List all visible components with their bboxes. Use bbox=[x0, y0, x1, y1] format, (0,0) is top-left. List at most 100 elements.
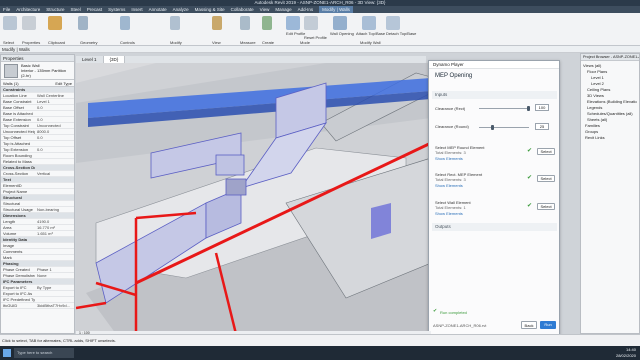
property-key: Identity Data bbox=[3, 237, 28, 242]
property-key: Constraints bbox=[3, 87, 26, 92]
windows-start-icon[interactable] bbox=[3, 349, 11, 357]
wall-select-button[interactable]: Select bbox=[537, 203, 555, 210]
clearance-rect-value[interactable]: 100 bbox=[535, 104, 549, 111]
properties-icon[interactable] bbox=[22, 16, 36, 30]
ribbon-tab[interactable]: Annotate bbox=[149, 6, 167, 13]
align-icon[interactable] bbox=[120, 16, 130, 30]
property-value[interactable] bbox=[35, 183, 74, 188]
wall-show-elements[interactable]: Show Elements bbox=[435, 211, 463, 216]
property-value bbox=[35, 165, 74, 170]
run-status: Run completed bbox=[440, 310, 467, 315]
ribbon-tab[interactable]: Insert bbox=[131, 6, 142, 13]
round-select-button[interactable]: Select bbox=[537, 148, 555, 155]
create-icon[interactable] bbox=[262, 16, 272, 30]
measure-icon[interactable] bbox=[240, 16, 250, 30]
property-value[interactable] bbox=[35, 111, 74, 116]
property-value[interactable]: 0.0 bbox=[35, 147, 74, 152]
run-button[interactable]: Run bbox=[540, 321, 556, 329]
property-value[interactable] bbox=[35, 153, 74, 158]
property-key: Structural Usage bbox=[3, 207, 33, 212]
clearance-rect-knob[interactable] bbox=[527, 106, 530, 111]
round-show-elements[interactable]: Show Elements bbox=[435, 156, 463, 161]
ribbon-tab[interactable]: View bbox=[260, 6, 270, 13]
tab-3d[interactable]: {3D} bbox=[103, 56, 126, 63]
ribbon-group-label: View bbox=[212, 40, 221, 45]
property-value[interactable]: 1.651 m³ bbox=[35, 231, 74, 236]
property-value[interactable]: Non-bearing bbox=[35, 207, 74, 212]
ribbon-tab[interactable]: Steel bbox=[71, 6, 81, 13]
property-value[interactable]: Level 1 bbox=[35, 99, 74, 104]
ribbon-tab[interactable]: Precast bbox=[87, 6, 102, 13]
property-value[interactable] bbox=[35, 243, 74, 248]
browser-item[interactable]: Revit Links bbox=[583, 135, 637, 141]
property-key: IFC Predefined Type bbox=[3, 297, 35, 302]
inputs-header[interactable]: Inputs bbox=[432, 91, 557, 99]
type-selector[interactable]: Basic Wall Interior - 135mm Partition (2… bbox=[1, 62, 74, 80]
3d-viewport[interactable] bbox=[76, 63, 431, 334]
move-icon[interactable] bbox=[170, 16, 180, 30]
clearance-rect-slider[interactable] bbox=[479, 108, 529, 109]
reset-profile-icon[interactable] bbox=[304, 16, 318, 30]
tab-level-1[interactable]: Level 1 bbox=[76, 56, 104, 63]
ribbon-tab[interactable]: Modify | Walls bbox=[319, 6, 353, 13]
ribbon-tab[interactable]: Collaborate bbox=[231, 6, 254, 13]
property-value[interactable] bbox=[35, 201, 74, 206]
property-value bbox=[35, 213, 74, 218]
property-value[interactable]: None bbox=[35, 273, 74, 278]
ribbon-tab[interactable]: Architecture bbox=[16, 6, 40, 13]
property-value[interactable]: Phase 1 bbox=[35, 267, 74, 272]
property-value[interactable]: 4190.0 bbox=[35, 219, 74, 224]
ribbon-tab[interactable]: Structure bbox=[46, 6, 64, 13]
property-value[interactable] bbox=[35, 141, 74, 146]
property-value[interactable]: By Type bbox=[35, 285, 74, 290]
property-key: Base Extension bbox=[3, 117, 31, 122]
taskbar-search[interactable]: Type here to search bbox=[14, 348, 74, 358]
rect-select-button[interactable]: Select bbox=[537, 175, 555, 182]
ribbon-tab[interactable]: Analyze bbox=[173, 6, 189, 13]
edit-profile-icon[interactable] bbox=[286, 16, 300, 30]
ribbon-tab[interactable]: Add-Ins bbox=[298, 6, 314, 13]
check-icon: ✔ bbox=[527, 148, 533, 154]
property-key: Phase Created bbox=[3, 267, 30, 272]
detach-top-base-icon[interactable] bbox=[386, 16, 400, 30]
wall-opening-icon[interactable] bbox=[333, 16, 347, 30]
property-value[interactable] bbox=[35, 255, 74, 260]
back-button[interactable]: Back bbox=[521, 321, 537, 329]
property-key: Base Offset bbox=[3, 105, 24, 110]
ribbon-tab[interactable]: Systems bbox=[108, 6, 125, 13]
property-value[interactable]: 0.0 bbox=[35, 105, 74, 110]
property-value[interactable]: 16.770 m² bbox=[35, 225, 74, 230]
property-value[interactable] bbox=[35, 297, 74, 302]
outputs-header[interactable]: Outputs bbox=[432, 223, 557, 231]
paste-icon[interactable] bbox=[48, 16, 62, 30]
property-value[interactable]: Vertical bbox=[35, 171, 74, 176]
property-value[interactable] bbox=[35, 189, 74, 194]
property-key: Text bbox=[3, 177, 11, 182]
property-value[interactable]: Wall Centerline bbox=[35, 93, 74, 98]
cut-icon[interactable] bbox=[78, 16, 88, 30]
attach-top-base-icon[interactable] bbox=[362, 16, 376, 30]
property-value[interactable]: Unconnected bbox=[35, 123, 74, 128]
property-value[interactable]: 3kidBthaT7Hx9d... bbox=[35, 303, 74, 308]
clearance-round-knob[interactable] bbox=[491, 125, 494, 130]
property-value[interactable]: 0.0 bbox=[35, 117, 74, 122]
property-value[interactable]: 0.0 bbox=[35, 135, 74, 140]
clearance-round-value[interactable]: 25 bbox=[535, 123, 549, 130]
property-value[interactable] bbox=[35, 159, 74, 164]
edit-type-button[interactable]: Edit Type bbox=[55, 80, 72, 86]
modify-select-icon[interactable] bbox=[3, 16, 17, 30]
property-value[interactable]: 8000.0 bbox=[35, 129, 74, 134]
browser-header: Project Browser - ASNP-ZONE1-ARCH_R06 bbox=[581, 54, 639, 61]
ribbon-group-label: Controls bbox=[120, 40, 135, 45]
property-value[interactable] bbox=[35, 291, 74, 296]
ribbon-tab[interactable]: Manage bbox=[275, 6, 291, 13]
ribbon-tab[interactable]: Massing & Site bbox=[195, 6, 225, 13]
instance-selector[interactable]: Walls (1) bbox=[3, 80, 19, 86]
rect-show-elements[interactable]: Show Elements bbox=[435, 183, 463, 188]
model-canvas[interactable] bbox=[76, 63, 431, 334]
clearance-round-slider[interactable] bbox=[479, 127, 529, 128]
property-value[interactable] bbox=[35, 249, 74, 254]
property-key: Cross-Section bbox=[3, 171, 29, 176]
ribbon-tab[interactable]: File bbox=[3, 6, 10, 13]
view-icon[interactable] bbox=[212, 16, 222, 30]
